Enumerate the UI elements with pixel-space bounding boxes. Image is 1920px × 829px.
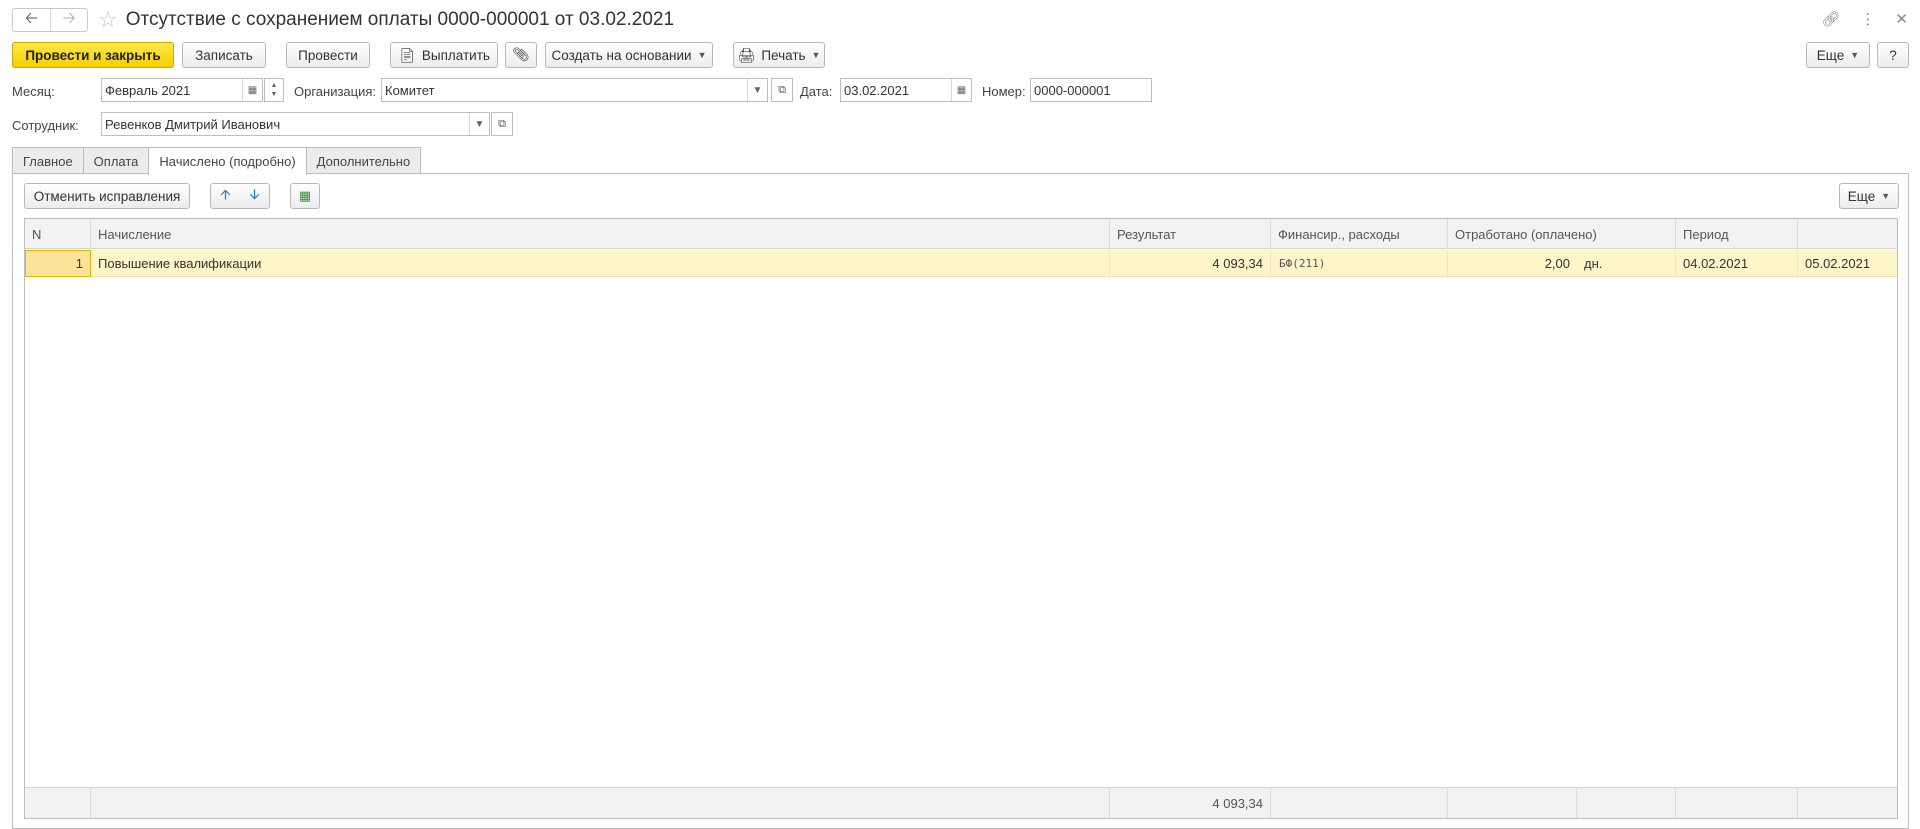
create-based-on-button[interactable]: Создать на основании ▼ bbox=[545, 42, 713, 68]
open-employee-icon[interactable]: ⧉ bbox=[491, 112, 513, 136]
footer-cell-n bbox=[25, 788, 91, 818]
star-icon[interactable]: ☆ bbox=[98, 9, 118, 31]
employee-value: Ревенков Дмитрий Иванович bbox=[105, 116, 281, 132]
number-value: 0000-000001 bbox=[1034, 82, 1111, 98]
column-header-n[interactable]: N bbox=[25, 219, 91, 249]
cell-financing[interactable]: БФ(211) bbox=[1271, 250, 1448, 277]
add-row-button[interactable]: ▦ bbox=[290, 183, 320, 209]
window-controls: 🔗︎ ⋮ ✕ bbox=[1821, 10, 1908, 28]
document-title: Отсутствие с сохранением оплаты 0000-000… bbox=[125, 9, 675, 30]
print-button[interactable]: 🖨︎ Печать ▼ bbox=[733, 42, 825, 68]
chevron-down-icon: ▼ bbox=[1881, 191, 1891, 201]
back-arrow-icon[interactable]: 🡠 bbox=[13, 9, 50, 31]
post-and-close-button[interactable]: Провести и закрыть bbox=[12, 42, 174, 68]
accruals-table: N Начисление Результат Финансир., расход… bbox=[24, 218, 1898, 819]
cancel-corrections-button[interactable]: Отменить исправления bbox=[24, 183, 190, 209]
move-down-icon[interactable]: 🡫 bbox=[249, 184, 259, 208]
organization-label: Организация: bbox=[294, 84, 377, 99]
panel-more-label: Еще bbox=[1847, 188, 1876, 204]
footer-cell-worked bbox=[1448, 788, 1577, 818]
link-icon[interactable]: 🔗︎ bbox=[1821, 10, 1840, 28]
column-header-period[interactable]: Период bbox=[1676, 219, 1798, 249]
print-button-label: Печать bbox=[761, 47, 806, 63]
employee-field[interactable]: Ревенков Дмитрий Иванович ▼ bbox=[101, 112, 490, 136]
calendar-icon[interactable]: ▦ bbox=[242, 79, 262, 101]
chevron-down-icon[interactable]: ▼ bbox=[469, 113, 489, 135]
chevron-down-icon[interactable]: ▼ bbox=[747, 79, 767, 101]
organization-field[interactable]: Комитет ▼ bbox=[381, 78, 768, 102]
chevron-down-icon: ▼ bbox=[1850, 50, 1860, 60]
table-header: N Начисление Результат Финансир., расход… bbox=[25, 219, 1897, 249]
column-header-accrual[interactable]: Начисление bbox=[91, 219, 1110, 249]
forward-arrow-icon[interactable]: 🡢 bbox=[50, 9, 87, 31]
move-up-icon[interactable]: 🡩 bbox=[220, 184, 230, 208]
tab-additional[interactable]: Дополнительно bbox=[305, 147, 422, 174]
table-footer: 4 093,34 bbox=[25, 787, 1897, 818]
cell-period-start[interactable]: 04.02.2021 bbox=[1676, 250, 1798, 277]
footer-cell-period-end bbox=[1798, 788, 1899, 818]
date-field[interactable]: 03.02.2021 ▦ bbox=[840, 78, 972, 102]
calendar-icon[interactable]: ▦ bbox=[951, 79, 971, 101]
close-icon[interactable]: ✕ bbox=[1895, 10, 1908, 28]
pay-button[interactable]: 📄︎ Выплатить bbox=[390, 42, 498, 68]
cell-n[interactable]: 1 bbox=[25, 250, 91, 277]
printer-icon: 🖨︎ bbox=[737, 46, 756, 63]
column-header-worked[interactable]: Отработано (оплачено) bbox=[1448, 219, 1676, 249]
save-button[interactable]: Записать bbox=[182, 42, 266, 68]
month-value: Февраль 2021 bbox=[105, 82, 191, 98]
title-bar: 🡠 🡢 ☆ Отсутствие с сохранением оплаты 00… bbox=[12, 6, 1908, 34]
cell-period-end[interactable]: 05.02.2021 bbox=[1798, 250, 1899, 277]
footer-total-result: 4 093,34 bbox=[1110, 788, 1271, 818]
attach-button[interactable]: 📎︎ bbox=[505, 42, 537, 68]
tab-payment[interactable]: Оплата bbox=[82, 147, 150, 174]
cell-unit[interactable]: дн. bbox=[1577, 250, 1676, 277]
post-button[interactable]: Провести bbox=[286, 42, 370, 68]
stepper-down-icon[interactable]: ▼ bbox=[271, 90, 278, 99]
column-header-financing[interactable]: Финансир., расходы bbox=[1271, 219, 1448, 249]
move-buttons-group: 🡩 🡫 bbox=[210, 183, 270, 209]
organization-value: Комитет bbox=[385, 82, 435, 98]
column-header-period-end[interactable] bbox=[1798, 219, 1899, 249]
month-stepper[interactable]: ▲ ▼ bbox=[264, 78, 284, 102]
chevron-down-icon: ▼ bbox=[697, 50, 707, 60]
date-label: Дата: bbox=[800, 84, 833, 99]
pay-button-label: Выплатить bbox=[421, 47, 490, 63]
panel-more-button[interactable]: Еще ▼ bbox=[1839, 183, 1899, 209]
more-actions-icon[interactable]: ⋮ bbox=[1860, 10, 1875, 28]
footer-cell-period bbox=[1676, 788, 1798, 818]
cell-accrual[interactable]: Повышение квалификации bbox=[91, 250, 1110, 277]
employee-label: Сотрудник: bbox=[12, 118, 79, 133]
month-label: Месяц: bbox=[12, 84, 55, 99]
number-label: Номер: bbox=[982, 84, 1026, 99]
tab-bar: Главное Оплата Начислено (подробно) Допо… bbox=[12, 147, 422, 175]
chevron-down-icon: ▼ bbox=[811, 50, 821, 60]
help-button[interactable]: ? bbox=[1877, 42, 1909, 68]
footer-cell-accrual bbox=[91, 788, 1110, 818]
table-row[interactable]: 1 Повышение квалификации 4 093,34 БФ(211… bbox=[25, 250, 1897, 277]
date-value: 03.02.2021 bbox=[844, 82, 910, 98]
pay-icon: 📄︎ bbox=[398, 46, 416, 63]
cell-result[interactable]: 4 093,34 bbox=[1110, 250, 1271, 277]
tab-main[interactable]: Главное bbox=[12, 147, 84, 174]
open-organization-icon[interactable]: ⧉ bbox=[771, 78, 793, 102]
cell-worked[interactable]: 2,00 bbox=[1448, 250, 1577, 277]
stepper-up-icon[interactable]: ▲ bbox=[271, 81, 278, 90]
tab-accrued-detailed[interactable]: Начислено (подробно) bbox=[148, 147, 307, 175]
create-based-on-label: Создать на основании bbox=[551, 47, 692, 63]
number-field[interactable]: 0000-000001 bbox=[1030, 78, 1152, 102]
paperclip-icon: 📎︎ bbox=[512, 47, 530, 62]
month-field[interactable]: Февраль 2021 ▦ bbox=[101, 78, 263, 102]
table-add-icon: ▦ bbox=[298, 188, 312, 203]
navigation-group: 🡠 🡢 bbox=[12, 8, 88, 32]
footer-cell-unit bbox=[1577, 788, 1676, 818]
column-header-result[interactable]: Результат bbox=[1110, 219, 1271, 249]
more-button[interactable]: Еще ▼ bbox=[1806, 42, 1870, 68]
footer-cell-financing bbox=[1271, 788, 1448, 818]
more-button-label: Еще bbox=[1816, 47, 1845, 63]
